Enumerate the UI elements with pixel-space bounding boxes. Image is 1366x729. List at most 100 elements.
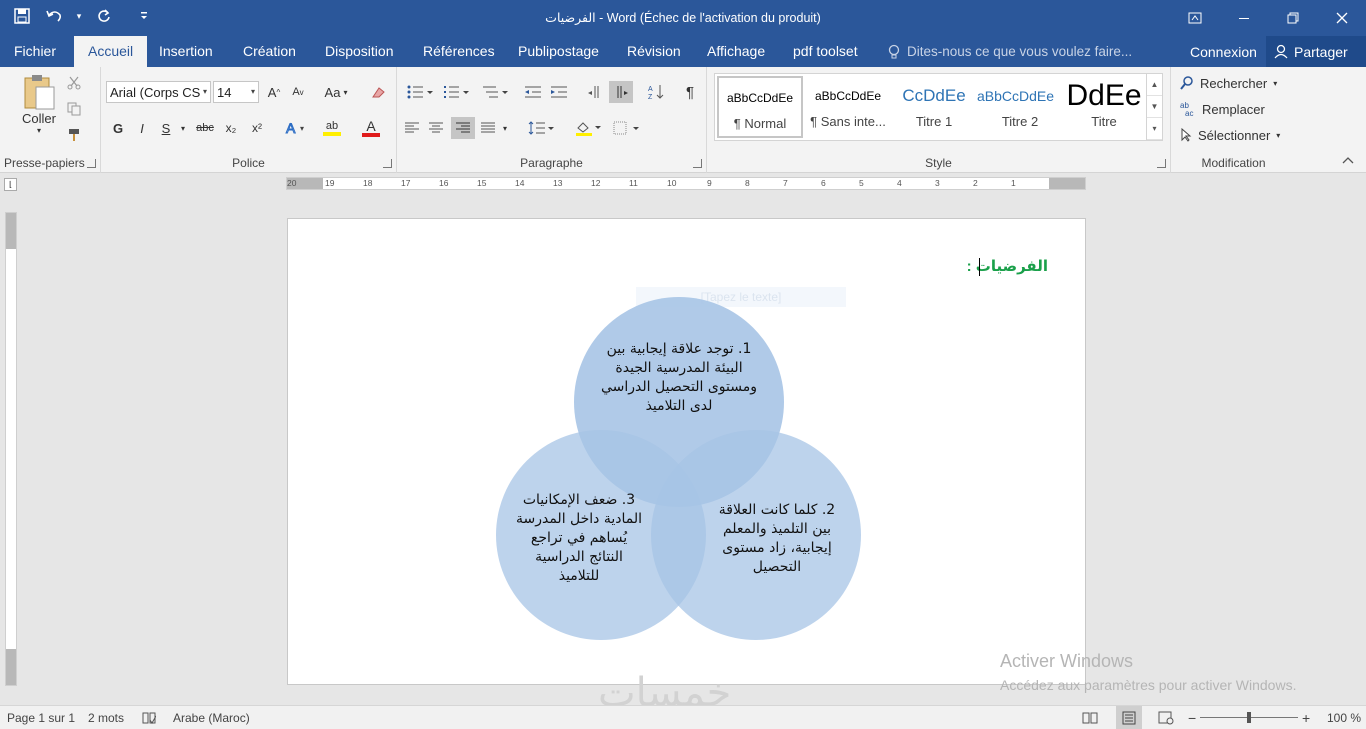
undo-dropdown-icon[interactable]: ▾ xyxy=(72,2,86,30)
highlight-button[interactable]: ab xyxy=(315,117,349,139)
collapse-ribbon-icon[interactable] xyxy=(1342,153,1354,167)
find-button[interactable]: Rechercher ▾ xyxy=(1180,72,1277,94)
print-layout-icon[interactable] xyxy=(1116,706,1142,729)
styles-scroll-up-icon[interactable]: ▲ xyxy=(1147,74,1162,96)
copy-icon[interactable] xyxy=(64,99,84,119)
save-icon[interactable] xyxy=(8,2,36,30)
ruler-label: 19 xyxy=(325,178,335,188)
horizontal-ruler[interactable]: 20 19 18 17 16 15 14 13 12 11 10 9 8 7 6… xyxy=(286,177,1086,190)
tab-affichage[interactable]: Affichage xyxy=(693,36,779,67)
styles-scroll-down-icon[interactable]: ▼ xyxy=(1147,96,1162,118)
venn-text-2[interactable]: 2. كلما كانت العلاقة بين التلميذ والمعلم… xyxy=(712,501,842,577)
shading-button[interactable] xyxy=(571,117,605,139)
tab-pdf-toolset[interactable]: pdf toolset xyxy=(779,36,872,67)
page-count[interactable]: Page 1 sur 1 xyxy=(7,706,75,729)
zoom-slider-thumb[interactable] xyxy=(1247,712,1251,723)
sort-icon[interactable]: AZ xyxy=(645,81,669,103)
tab-creation[interactable]: Création xyxy=(229,36,310,67)
tab-fichier[interactable]: Fichier xyxy=(0,36,70,67)
style-title[interactable]: DdEe Titre xyxy=(1061,76,1147,138)
justify-dropdown-icon[interactable]: ▾ xyxy=(499,117,511,139)
bold-button[interactable]: G xyxy=(107,117,129,139)
venn-text-3[interactable]: 3. ضعف الإمكانيات المادية داخل المدرسة ي… xyxy=(514,491,644,586)
font-size-select[interactable]: 14 ▾ xyxy=(213,81,259,103)
tab-insertion[interactable]: Insertion xyxy=(145,36,227,67)
show-formatting-marks-button[interactable]: ¶ xyxy=(679,81,701,103)
align-left-icon[interactable] xyxy=(401,117,423,139)
undo-icon[interactable] xyxy=(40,2,68,30)
numbering-button[interactable] xyxy=(439,81,473,103)
shrink-font-button[interactable]: Av xyxy=(287,81,309,103)
multilevel-list-button[interactable] xyxy=(477,81,513,103)
customize-qat-icon[interactable] xyxy=(122,2,166,30)
document-page[interactable]: الفرضيات : [Tapez le texte] 1. توجد علاق… xyxy=(287,218,1086,685)
decrease-indent-icon[interactable] xyxy=(521,81,545,103)
zoom-out-icon[interactable]: − xyxy=(1188,706,1196,729)
style-heading-1-preview: CcDdEe xyxy=(902,86,966,105)
clipboard-launcher-icon[interactable] xyxy=(87,159,96,168)
proofing-icon[interactable] xyxy=(142,706,157,729)
style-heading-2[interactable]: aBbCcDdEe Titre 2 xyxy=(977,76,1063,138)
select-button[interactable]: Sélectionner ▾ xyxy=(1180,124,1280,146)
ltr-direction-icon[interactable] xyxy=(583,81,607,103)
styles-group-label: Style xyxy=(925,156,952,170)
share-button[interactable]: Partager xyxy=(1266,36,1366,67)
increase-indent-icon[interactable] xyxy=(547,81,571,103)
underline-dropdown-icon[interactable]: ▾ xyxy=(177,117,189,139)
ribbon-display-options-icon[interactable] xyxy=(1170,0,1219,36)
venn-text-1[interactable]: 1. توجد علاقة إيجابية بين البيئة المدرسي… xyxy=(599,340,759,416)
tab-revision[interactable]: Révision xyxy=(613,36,695,67)
strikethrough-button[interactable]: abc xyxy=(193,117,217,139)
subscript-button[interactable]: x₂ xyxy=(219,117,243,139)
web-layout-icon[interactable] xyxy=(1158,706,1174,729)
rtl-direction-icon[interactable] xyxy=(609,81,633,103)
change-case-button[interactable]: Aa ▾ xyxy=(319,81,353,103)
redo-icon[interactable] xyxy=(90,2,118,30)
bullets-icon xyxy=(407,85,433,99)
vertical-ruler[interactable] xyxy=(5,212,17,686)
text-effects-button[interactable]: A ▾ xyxy=(279,117,309,139)
tab-references[interactable]: Références xyxy=(409,36,509,67)
borders-button[interactable] xyxy=(609,117,643,139)
read-mode-icon[interactable] xyxy=(1082,706,1098,729)
venn-diagram[interactable] xyxy=(288,219,1087,686)
restore-icon[interactable] xyxy=(1268,0,1317,36)
tell-me-box[interactable]: Dites-nous ce que vous voulez faire... xyxy=(887,36,1132,67)
zoom-level[interactable]: 100 % xyxy=(1327,706,1361,729)
style-normal[interactable]: aBbCcDdEe ¶ Normal xyxy=(717,76,803,138)
minimize-icon[interactable] xyxy=(1219,0,1268,36)
style-heading-1[interactable]: CcDdEe Titre 1 xyxy=(891,76,977,138)
font-launcher-icon[interactable] xyxy=(383,159,392,168)
window-title: الفرضيات - Word (Échec de l'activation d… xyxy=(545,11,821,25)
font-color-button[interactable]: A xyxy=(353,117,389,139)
line-spacing-button[interactable] xyxy=(523,117,559,139)
word-count[interactable]: 2 mots xyxy=(88,706,124,729)
grow-font-button[interactable]: A ^ xyxy=(263,81,285,103)
language-indicator[interactable]: Arabe (Maroc) xyxy=(173,706,250,729)
close-icon[interactable] xyxy=(1317,0,1366,36)
tab-accueil[interactable]: Accueil xyxy=(74,36,148,67)
bullets-button[interactable] xyxy=(403,81,437,103)
tab-publipostage[interactable]: Publipostage xyxy=(504,36,613,67)
cut-icon[interactable] xyxy=(64,73,84,93)
styles-more-icon[interactable]: ▾ xyxy=(1147,118,1162,140)
style-no-spacing[interactable]: aBbCcDdEe ¶ Sans inte... xyxy=(805,76,891,138)
paragraph-launcher-icon[interactable] xyxy=(693,159,702,168)
align-center-icon[interactable] xyxy=(425,117,447,139)
italic-button[interactable]: I xyxy=(131,117,153,139)
styles-launcher-icon[interactable] xyxy=(1157,159,1166,168)
align-right-icon[interactable] xyxy=(451,117,475,139)
font-name-select[interactable]: Arial (Corps CS ▾ xyxy=(106,81,211,103)
zoom-in-icon[interactable]: + xyxy=(1302,706,1310,729)
superscript-button[interactable]: x² xyxy=(245,117,269,139)
justify-icon[interactable] xyxy=(477,117,499,139)
replace-button[interactable]: ab ac Remplacer xyxy=(1180,98,1265,120)
format-painter-icon[interactable] xyxy=(64,125,84,145)
tab-selector[interactable]: ⌊ xyxy=(4,178,17,191)
clear-formatting-icon[interactable] xyxy=(367,81,389,103)
sign-in-link[interactable]: Connexion xyxy=(1190,36,1257,67)
underline-button[interactable]: S xyxy=(155,117,177,139)
tab-disposition[interactable]: Disposition xyxy=(311,36,407,67)
paste-dropdown-icon[interactable]: ▾ xyxy=(37,126,41,135)
paste-button[interactable]: Coller ▾ xyxy=(18,73,60,135)
